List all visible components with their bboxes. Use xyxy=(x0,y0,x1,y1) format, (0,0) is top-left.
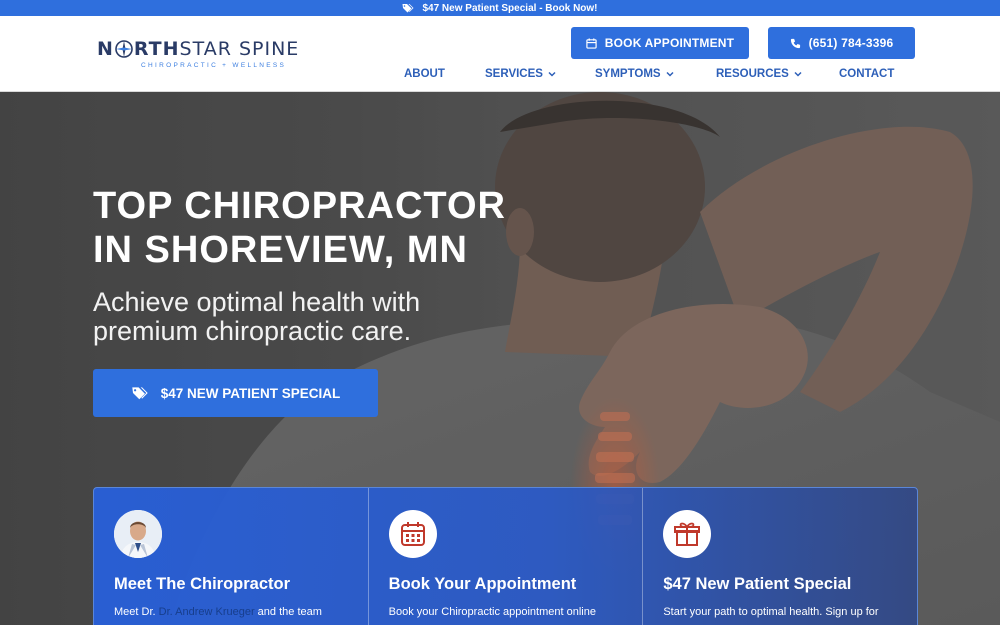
nav-item-services[interactable]: SERVICES xyxy=(485,68,556,80)
logo-wordmark: N RTH STAR SPINE xyxy=(97,38,300,60)
nav-label: SYMPTOMS xyxy=(595,68,661,80)
feature-cards: Meet The Chiropractor Meet Dr. Dr. Andre… xyxy=(93,487,918,625)
card-new-patient-special[interactable]: $47 New Patient Special Start your path … xyxy=(643,488,917,625)
card-title: $47 New Patient Special xyxy=(663,575,852,593)
site-logo[interactable]: N RTH STAR SPINE CHIROPRACTIC + WELLNESS xyxy=(97,38,299,69)
new-patient-special-button[interactable]: $47 NEW PATIENT SPECIAL xyxy=(93,369,378,417)
nav-label: CONTACT xyxy=(839,68,895,80)
phone-icon xyxy=(790,38,800,48)
card-book-appointment[interactable]: Book Your Appointment Book your Chiropra… xyxy=(369,488,644,625)
main-nav: ABOUT SERVICES SYMPTOMS RESOURCES CONTAC… xyxy=(0,68,1000,82)
doctor-avatar xyxy=(114,510,162,558)
card-meet-chiropractor[interactable]: Meet The Chiropractor Meet Dr. Dr. Andre… xyxy=(94,488,369,625)
tags-icon xyxy=(132,387,148,400)
card-text: Meet Dr. Dr. Andrew Krueger and the team xyxy=(114,606,322,618)
card-title: Meet The Chiropractor xyxy=(114,575,291,593)
doctor-photo xyxy=(114,510,162,558)
card-text: Start your path to optimal health. Sign … xyxy=(663,606,879,618)
new-patient-special-label: $47 NEW PATIENT SPECIAL xyxy=(160,385,341,401)
chevron-down-icon xyxy=(548,71,556,77)
gift-icon xyxy=(663,510,712,558)
nav-label: ABOUT xyxy=(404,68,445,80)
phone-button[interactable]: (651) 784-3396 xyxy=(768,27,915,59)
nav-item-contact[interactable]: CONTACT xyxy=(839,68,894,80)
card-text-suffix: and the team xyxy=(254,606,322,618)
hero-title-line: TOP CHIROPRACTOR xyxy=(93,185,506,227)
nav-item-resources[interactable]: RESOURCES xyxy=(716,68,802,80)
nav-label: RESOURCES xyxy=(716,68,789,80)
chevron-down-icon xyxy=(666,71,674,77)
doctor-name-link[interactable]: Dr. Andrew Krueger xyxy=(159,606,255,618)
nav-item-about[interactable]: ABOUT xyxy=(404,68,445,80)
card-text-prefix: Meet Dr. xyxy=(114,606,159,618)
card-text: Book your Chiropractic appointment onlin… xyxy=(388,606,596,618)
nav-item-symptoms[interactable]: SYMPTOMS xyxy=(595,68,674,80)
hero-subtitle: Achieve optimal health with premium chir… xyxy=(93,288,513,346)
hero-title: TOP CHIROPRACTOR IN SHOREVIEW, MN xyxy=(93,184,573,272)
phone-label: (651) 784-3396 xyxy=(808,36,894,50)
hero-subtitle-line: Achieve optimal health with xyxy=(93,287,421,317)
book-appointment-label: BOOK APPOINTMENT xyxy=(604,36,735,50)
calendar-icon xyxy=(388,510,437,558)
tags-icon xyxy=(402,4,414,13)
promo-text: $47 New Patient Special - Book Now! xyxy=(422,2,598,14)
hero-title-line: IN SHOREVIEW, MN xyxy=(93,229,468,271)
hero-section: TOP CHIROPRACTOR IN SHOREVIEW, MN Achiev… xyxy=(0,92,1000,625)
compass-icon xyxy=(115,40,133,58)
chevron-down-icon xyxy=(794,71,802,77)
promo-banner[interactable]: $47 New Patient Special - Book Now! xyxy=(0,0,1000,16)
card-title: Book Your Appointment xyxy=(388,575,577,593)
hero-subtitle-line: premium chiropractic care. xyxy=(93,316,412,346)
book-appointment-button[interactable]: BOOK APPOINTMENT xyxy=(571,27,749,59)
calendar-icon xyxy=(586,37,597,49)
nav-label: SERVICES xyxy=(485,68,543,80)
site-header: N RTH STAR SPINE CHIROPRACTIC + WELLNESS B… xyxy=(0,16,1000,92)
